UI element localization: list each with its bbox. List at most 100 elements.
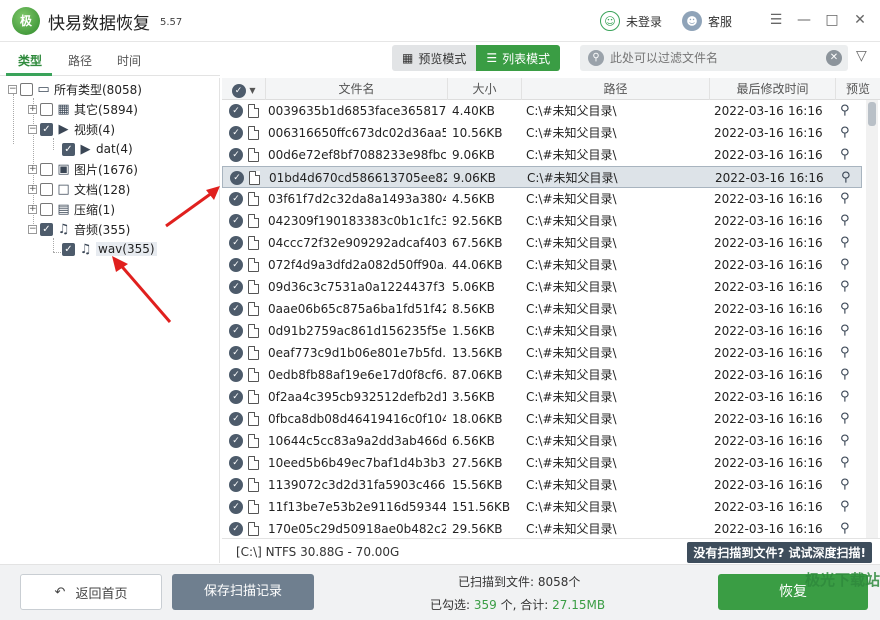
checkbox-checked[interactable]: ✓ <box>40 122 53 136</box>
save-scan-button[interactable]: 保存扫描记录 <box>172 574 314 610</box>
row-checkbox[interactable]: ✓ <box>229 214 243 228</box>
table-row[interactable]: ✓ 0f2aa4c395cb932512defb2d1... 3.56KB C:\#未… <box>222 386 862 408</box>
row-checkbox[interactable]: ✓ <box>229 522 243 536</box>
dropdown-arrow-icon[interactable]: ▼ <box>249 86 255 95</box>
table-row[interactable]: ✓ 01bd4d670cd586613705ee82... 9.06KB C:\#未知… <box>222 166 862 188</box>
row-checkbox[interactable]: ✓ <box>230 171 244 185</box>
tree-item-image[interactable]: + ▣ 图片(1676) <box>28 160 138 178</box>
tree-item-archive[interactable]: + ▤ 压缩(1) <box>28 200 115 218</box>
preview-magnifier-icon[interactable]: ⚲ <box>840 477 856 493</box>
preview-magnifier-icon[interactable]: ⚲ <box>840 389 856 405</box>
checkbox-checked[interactable]: ✓ <box>62 142 75 156</box>
row-checkbox[interactable]: ✓ <box>229 368 243 382</box>
close-icon[interactable]: ✕ <box>851 10 869 30</box>
checkbox-checked[interactable]: ✓ <box>62 242 75 256</box>
row-checkbox[interactable]: ✓ <box>229 324 243 338</box>
row-checkbox[interactable]: ✓ <box>229 280 243 294</box>
table-row[interactable]: ✓ 0edb8fb88af19e6e17d0f8cf6... 87.06KB C:\#… <box>222 364 862 386</box>
maximize-icon[interactable]: □ <box>823 10 841 30</box>
tree-item-all[interactable]: − ▭ 所有类型(8058) <box>8 80 142 98</box>
clear-icon[interactable]: ✕ <box>826 50 842 66</box>
checkbox-checked[interactable]: ✓ <box>40 222 53 236</box>
preview-magnifier-icon[interactable]: ⚲ <box>840 279 856 295</box>
row-checkbox[interactable]: ✓ <box>229 456 243 470</box>
table-row[interactable]: ✓ 10644c5cc83a9a2dd3ab466d... 6.56KB C:\#未知… <box>222 430 862 452</box>
table-row[interactable]: ✓ 04ccc72f32e909292adcaf403... 67.56KB C:\#… <box>222 232 862 254</box>
row-checkbox[interactable]: ✓ <box>229 346 243 360</box>
scrollbar-thumb[interactable] <box>868 102 876 126</box>
row-checkbox[interactable]: ✓ <box>229 478 243 492</box>
row-checkbox[interactable]: ✓ <box>229 412 243 426</box>
collapse-icon[interactable]: − <box>28 224 37 234</box>
row-checkbox[interactable]: ✓ <box>229 148 243 162</box>
header-filename[interactable]: 文件名 <box>266 78 448 100</box>
filter-icon[interactable]: ▽ <box>856 48 874 68</box>
table-row[interactable]: ✓ 072f4d9a3dfd2a082d50ff90a... 44.06KB C:\#… <box>222 254 862 276</box>
preview-magnifier-icon[interactable]: ⚲ <box>840 103 856 119</box>
preview-mode-button[interactable]: ▦ 预览模式 <box>392 45 477 71</box>
checkbox[interactable] <box>40 102 53 116</box>
checkbox[interactable] <box>40 182 53 196</box>
table-row[interactable]: ✓ 0aae06b65c875a6ba1fd51f42... 8.56KB C:\#未… <box>222 298 862 320</box>
table-row[interactable]: ✓ 042309f190183383c0b1c1fc3... 92.56KB C:\#… <box>222 210 862 232</box>
table-row[interactable]: ✓ 0fbca8db08d46419416c0f104... 18.06KB C:\#… <box>222 408 862 430</box>
menu-icon[interactable]: ☰ <box>767 10 785 30</box>
expand-icon[interactable]: + <box>28 104 37 114</box>
tree-item-doc[interactable]: + □ 文档(128) <box>28 180 130 198</box>
preview-magnifier-icon[interactable]: ⚲ <box>840 455 856 471</box>
select-all-header[interactable]: ✓ ▼ <box>222 78 266 100</box>
tree-item-other[interactable]: + ▦ 其它(5894) <box>28 100 138 118</box>
preview-magnifier-icon[interactable]: ⚲ <box>840 191 856 207</box>
expand-icon[interactable]: + <box>28 164 37 174</box>
row-checkbox[interactable]: ✓ <box>229 104 243 118</box>
table-row[interactable]: ✓ 10eed5b6b49ec7baf1d4b3b3... 27.56KB C:\#未… <box>222 452 862 474</box>
tree-item-video-dat[interactable]: ✓ ▶ dat(4) <box>62 140 133 158</box>
table-row[interactable]: ✓ 09d36c3c7531a0a1224437f39... 5.06KB C:\#未… <box>222 276 862 298</box>
expand-icon[interactable]: + <box>28 184 37 194</box>
header-size[interactable]: 大小 <box>448 78 522 100</box>
row-checkbox[interactable]: ✓ <box>229 500 243 514</box>
table-row[interactable]: ✓ 03f61f7d2c32da8a1493a3804... 4.56KB C:\#未… <box>222 188 862 210</box>
preview-magnifier-icon[interactable]: ⚲ <box>840 147 856 163</box>
table-row[interactable]: ✓ 0d91b2759ac861d156235f5e... 1.56KB C:\#未知… <box>222 320 862 342</box>
header-path[interactable]: 路径 <box>522 78 710 100</box>
tab-time[interactable]: 时间 <box>117 52 141 69</box>
row-checkbox[interactable]: ✓ <box>229 258 243 272</box>
checkbox[interactable] <box>40 162 53 176</box>
row-checkbox[interactable]: ✓ <box>229 126 243 140</box>
row-checkbox[interactable]: ✓ <box>229 192 243 206</box>
preview-magnifier-icon[interactable]: ⚲ <box>840 323 856 339</box>
preview-magnifier-icon[interactable]: ⚲ <box>840 521 856 537</box>
list-mode-button[interactable]: ☰ 列表模式 <box>476 45 561 71</box>
login-button[interactable]: ☺ 未登录 <box>600 11 662 31</box>
select-all-checkbox[interactable]: ✓ <box>231 84 246 98</box>
preview-magnifier-icon[interactable]: ⚲ <box>840 411 856 427</box>
row-checkbox[interactable]: ✓ <box>229 236 243 250</box>
deep-scan-link[interactable]: 没有扫描到文件? 试试深度扫描! <box>687 542 872 563</box>
preview-magnifier-icon[interactable]: ⚲ <box>840 125 856 141</box>
table-row[interactable]: ✓ 0039635b1d6853face365817... 4.40KB C:\#未知… <box>222 100 862 122</box>
tree-item-audio[interactable]: − ✓ ♫ 音频(355) <box>28 220 130 238</box>
tab-path[interactable]: 路径 <box>68 52 92 69</box>
table-row[interactable]: ✓ 1139072c3d2d31fa5903c466... 15.56KB C:\#未… <box>222 474 862 496</box>
collapse-icon[interactable]: − <box>8 84 17 94</box>
checkbox[interactable] <box>40 202 53 216</box>
tree-item-video[interactable]: − ✓ ▶ 视频(4) <box>28 120 115 138</box>
preview-magnifier-icon[interactable]: ⚲ <box>840 235 856 251</box>
tab-type[interactable]: 类型 <box>18 52 42 69</box>
table-row[interactable]: ✓ 170e05c29d50918ae0b482c2... 29.56KB C:\#未… <box>222 518 862 538</box>
filter-input[interactable] <box>610 48 810 68</box>
checkbox[interactable] <box>20 82 33 96</box>
preview-magnifier-icon[interactable]: ⚲ <box>840 301 856 317</box>
preview-magnifier-icon[interactable]: ⚲ <box>840 433 856 449</box>
table-row[interactable]: ✓ 00d6e72ef8bf7088233e98fbc... 9.06KB C:\#未… <box>222 144 862 166</box>
table-row[interactable]: ✓ 006316650ffc673dc02d36aa5... 10.56KB C:\#… <box>222 122 862 144</box>
header-modified[interactable]: 最后修改时间 <box>710 78 836 100</box>
back-home-button[interactable]: ↶ 返回首页 <box>20 574 162 610</box>
table-row[interactable]: ✓ 11f13be7e53b2e9116d59344... 151.56KB C:\#… <box>222 496 862 518</box>
row-checkbox[interactable]: ✓ <box>229 302 243 316</box>
collapse-icon[interactable]: − <box>28 124 37 134</box>
preview-magnifier-icon[interactable]: ⚲ <box>840 257 856 273</box>
table-scrollbar[interactable] <box>866 100 878 538</box>
table-row[interactable]: ✓ 0eaf773c9d1b06e801e7b5fd... 13.56KB C:\#未… <box>222 342 862 364</box>
